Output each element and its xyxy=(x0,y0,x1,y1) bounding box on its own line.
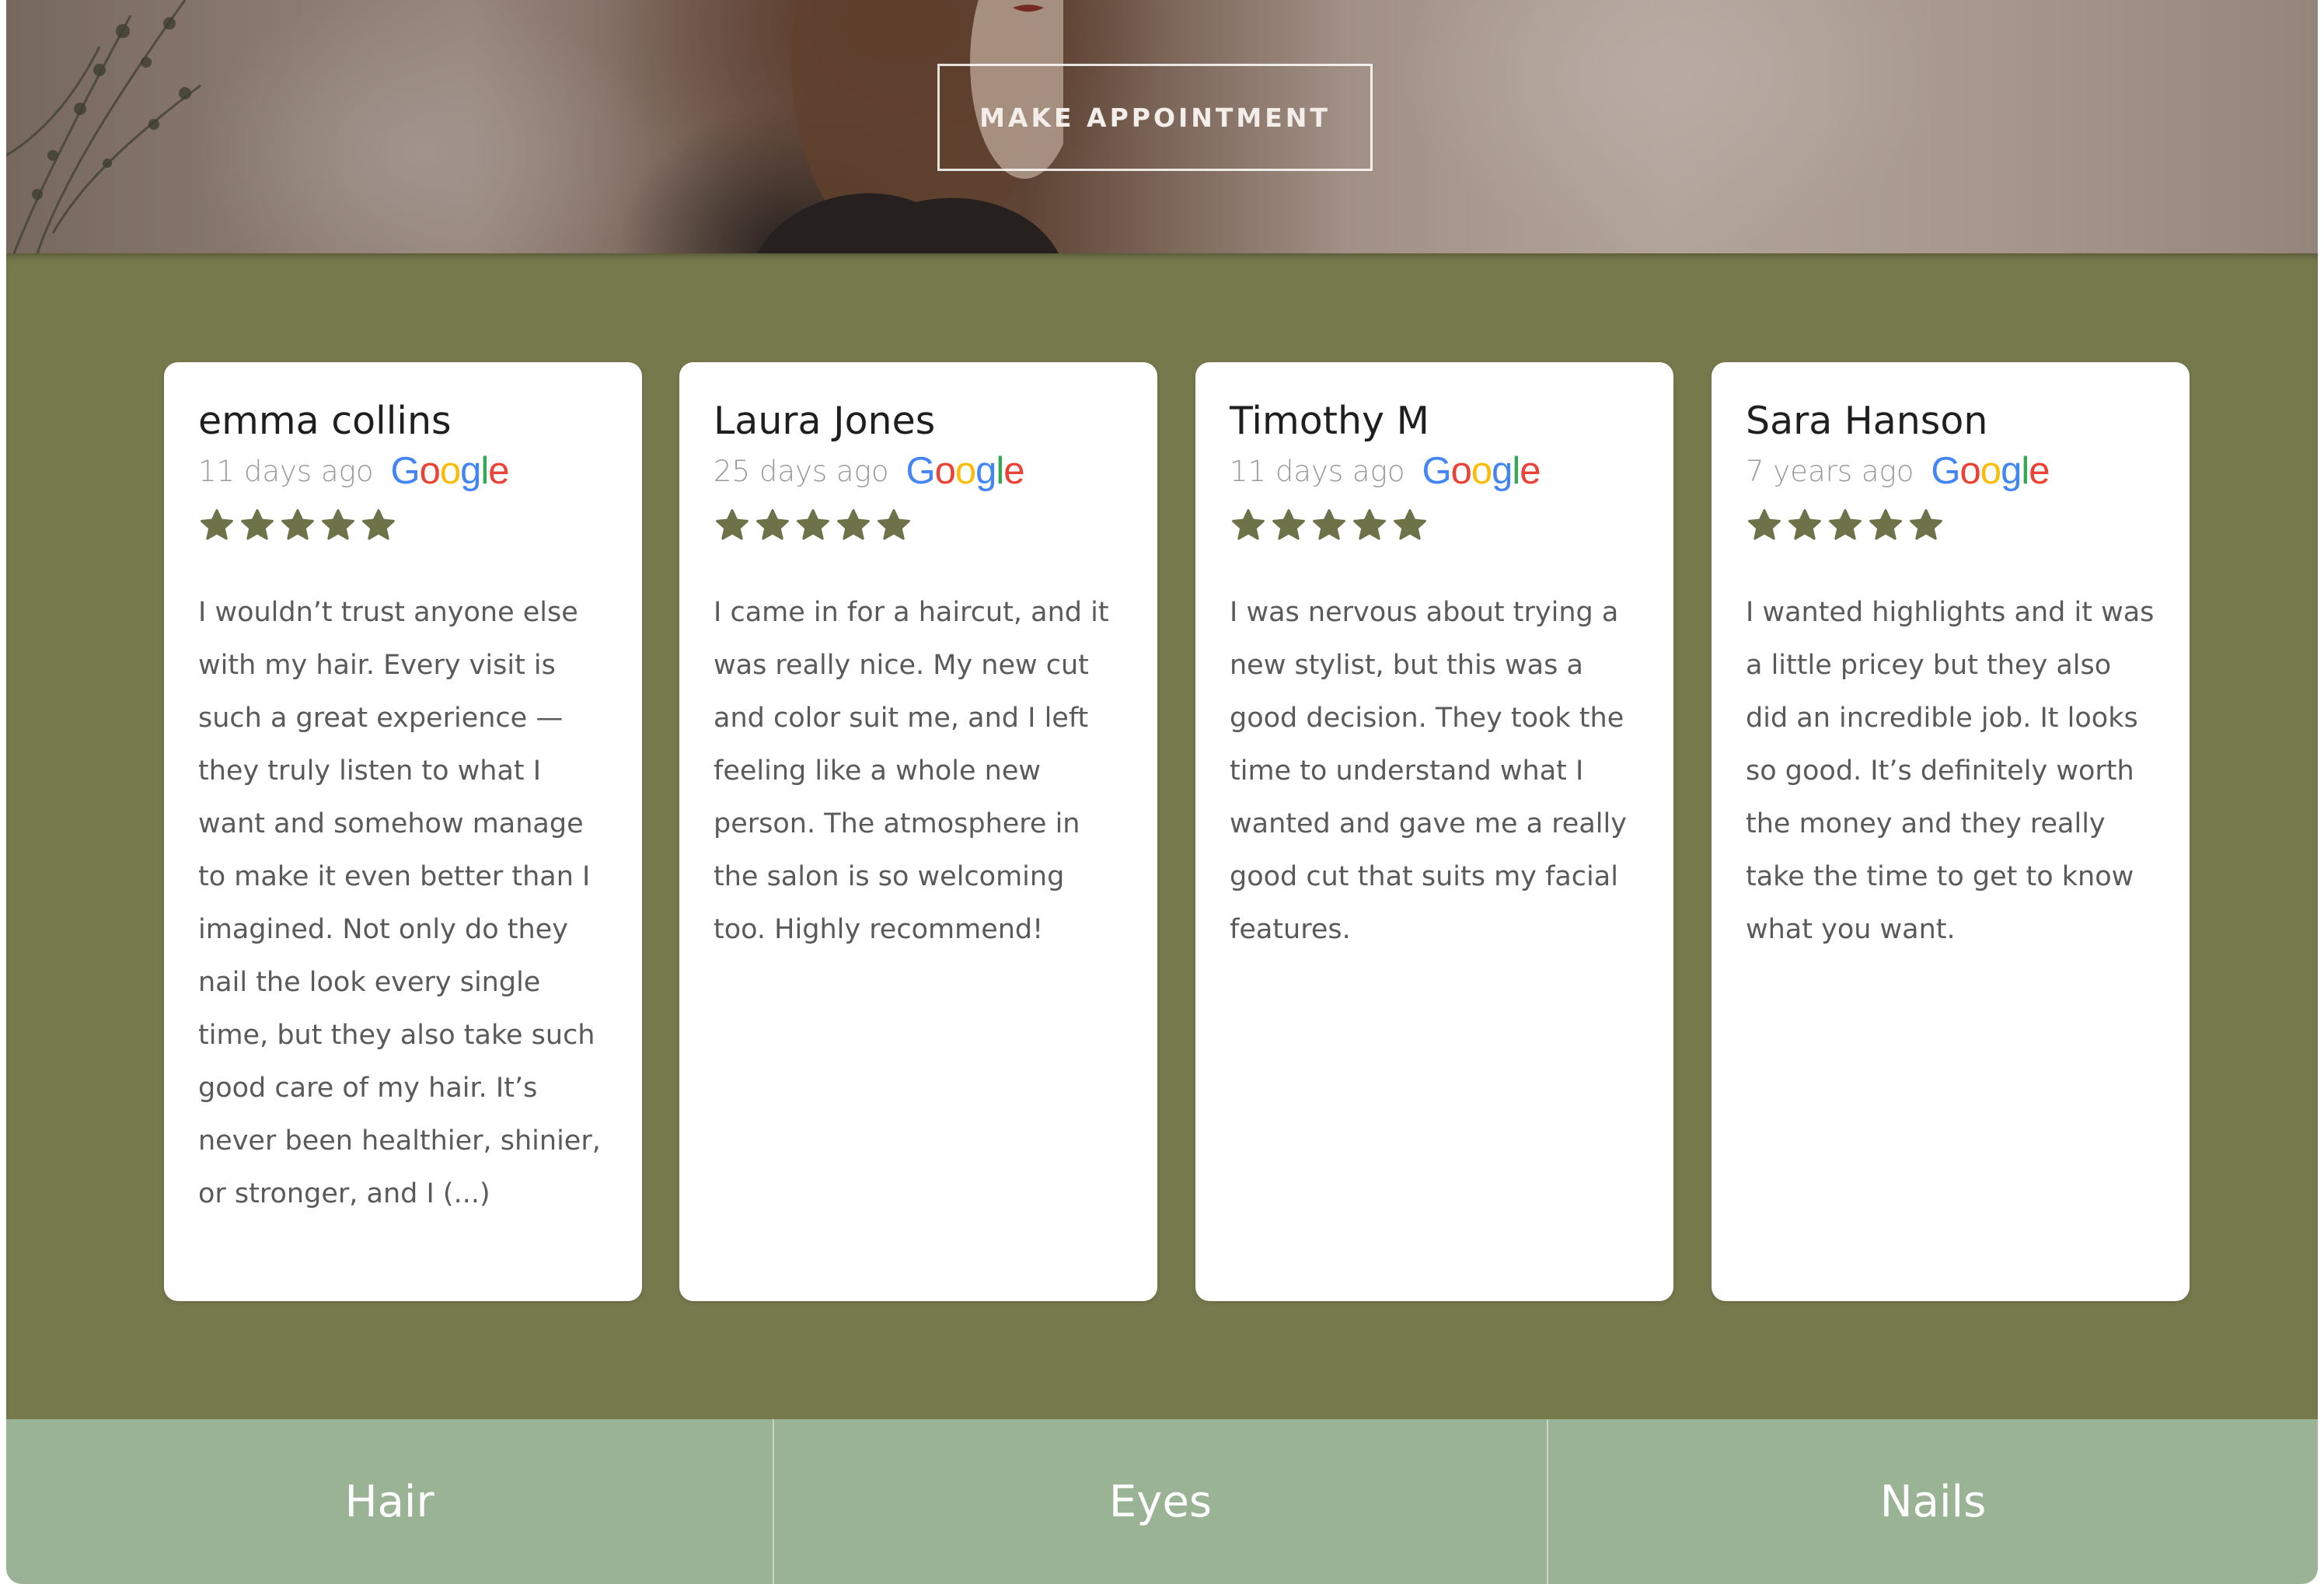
reviewer-name: Timothy M xyxy=(1230,399,1429,443)
reviewer-name: Sara Hanson xyxy=(1746,399,1988,443)
star-icon xyxy=(1869,509,1902,540)
star-icon xyxy=(1394,509,1426,540)
review-meta: 11 days ago Google xyxy=(198,449,608,493)
star-icon xyxy=(878,509,910,540)
review-date: 25 days ago xyxy=(714,454,889,488)
google-logo: Google xyxy=(1931,450,2050,492)
reviewer-name: Laura Jones xyxy=(714,399,936,443)
tab-eyes[interactable]: Eyes xyxy=(773,1419,1547,1584)
star-icon xyxy=(1910,509,1942,540)
star-icon xyxy=(281,509,314,540)
google-logo: Google xyxy=(390,450,509,492)
review-text: I wanted highlights and it was a little … xyxy=(1746,597,2155,945)
page: MAKE APPOINTMENT emma collins 11 days ag… xyxy=(6,0,2318,1584)
star-icon xyxy=(1272,509,1305,540)
star-icon xyxy=(756,509,789,540)
review-date: 11 days ago xyxy=(1230,454,1405,488)
star-icon xyxy=(322,509,354,540)
google-logo: Google xyxy=(906,450,1024,492)
star-icon xyxy=(201,509,233,540)
star-icon xyxy=(1353,509,1386,540)
star-icon xyxy=(1313,509,1345,540)
tab-hair[interactable]: Hair xyxy=(6,1419,773,1584)
review-card: Sara Hanson 7 years ago Google I wanted … xyxy=(1712,362,2190,1301)
make-appointment-button[interactable]: MAKE APPOINTMENT xyxy=(937,64,1373,171)
star-rating xyxy=(198,504,608,547)
star-icon xyxy=(837,509,870,540)
google-logo: Google xyxy=(1422,450,1541,492)
review-text: I came in for a haircut, and it was real… xyxy=(714,597,1109,945)
review-card: Timothy M 11 days ago Google I was nervo… xyxy=(1195,362,1673,1301)
hero-banner: MAKE APPOINTMENT xyxy=(6,0,2318,264)
review-card: emma collins 11 days ago Google I wouldn… xyxy=(164,362,642,1301)
review-date: 11 days ago xyxy=(198,454,374,488)
review-date: 7 years ago xyxy=(1746,454,1914,488)
review-card: Laura Jones 25 days ago Google I came in… xyxy=(679,362,1157,1301)
review-meta: 7 years ago Google xyxy=(1746,449,2155,493)
star-icon xyxy=(241,509,274,540)
review-text: I was nervous about trying a new stylist… xyxy=(1230,597,1627,945)
star-icon xyxy=(1232,509,1265,540)
star-rating xyxy=(714,504,1123,547)
star-icon xyxy=(362,509,395,540)
star-rating xyxy=(1230,504,1639,547)
star-icon xyxy=(716,509,748,540)
tab-nails[interactable]: Nails xyxy=(1547,1419,2318,1584)
star-icon xyxy=(1748,509,1781,540)
review-meta: 25 days ago Google xyxy=(714,449,1123,493)
star-rating xyxy=(1746,504,2155,547)
star-icon xyxy=(797,509,829,540)
star-icon xyxy=(1829,509,1862,540)
reviewer-name: emma collins xyxy=(198,399,452,443)
review-text: I wouldn’t trust anyone else with my hai… xyxy=(198,597,601,1209)
review-meta: 11 days ago Google xyxy=(1230,449,1639,493)
category-tabs: Hair Eyes Nails xyxy=(6,1419,2318,1584)
star-icon xyxy=(1788,509,1821,540)
reviews-section: emma collins 11 days ago Google I wouldn… xyxy=(6,253,2318,1419)
